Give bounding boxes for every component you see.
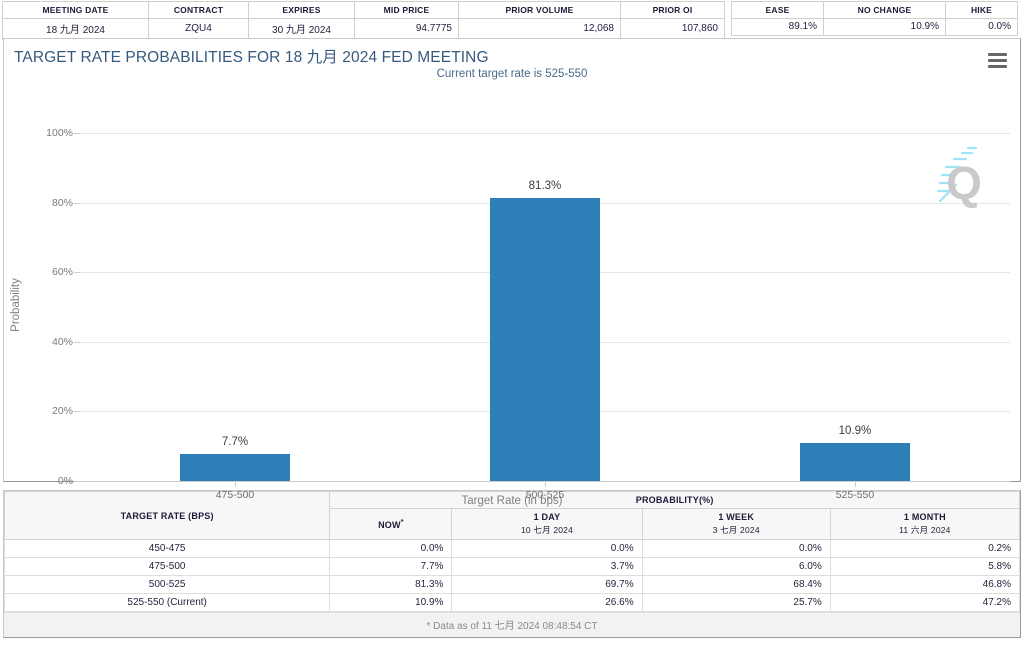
table-header-row: MEETING DATE CONTRACT EXPIRES MID PRICE … [2,1,725,19]
bar[interactable] [489,198,600,481]
header-no-change: NO CHANGE [823,1,946,19]
value-prior-volume: 12,068 [458,18,621,40]
y-axis-tick-label: 20% [51,405,73,418]
header-meeting-date: MEETING DATE [2,1,149,19]
header-contract: CONTRACT [148,1,249,19]
cell-target-rate: 475-500 [3,557,331,576]
cell-1-month: 46.8% [829,575,1021,594]
probability-table-body: 450-475 0.0% 0.0% 0.0% 0.2% 475-500 7.7% 3.7% 6.… [3,539,1021,612]
y-axis-tick-mark [74,481,80,482]
data-timestamp-footnote: * Data as of 11 七月 2024 08:48:54 CT [4,612,1020,637]
bar-group: 7.7% 475-500 [80,133,390,501]
cell-1-week: 25.7% [641,593,831,612]
table-row: 89.1% 10.9% 0.0% [731,18,1018,36]
cell-1-week: 68.4% [641,575,831,594]
value-expires: 30 九月 2024 [248,18,355,40]
table-row: 450-475 0.0% 0.0% 0.0% 0.2% [3,539,1021,558]
header-1-month-label: 1 MONTH [903,512,946,522]
header-now: NOW* [329,508,453,540]
menu-bar-3 [988,65,1007,68]
x-axis-tick-mark [234,481,236,487]
header-1-day-label: 1 DAY [533,512,561,522]
chart-panel: TARGET RATE PROBABILITIES FOR 18 九月 2024… [3,38,1021,507]
cell-now: 0.0% [329,539,453,558]
contract-summary-table: MEETING DATE CONTRACT EXPIRES MID PRICE … [2,1,725,40]
probability-summary-table: EASE NO CHANGE HIKE 89.1% 10.9% 0.0% [731,1,1018,36]
y-axis-tick-label: 40% [51,335,73,348]
bar-value-label: 7.7% [221,436,249,449]
cell-1-month: 47.2% [829,593,1021,612]
probability-table-panel: TARGET RATE (BPS) PROBABILITY(%) NOW* 1 … [3,490,1021,638]
probability-table: TARGET RATE (BPS) PROBABILITY(%) NOW* 1 … [3,491,1021,612]
cell-now: 81.3% [329,575,453,594]
header-prior-oi: PRIOR OI [620,1,725,19]
cell-now: 10.9% [329,593,453,612]
header-expires: EXPIRES [248,1,355,19]
cell-1-day: 3.7% [451,557,643,576]
chart-title: TARGET RATE PROBABILITIES FOR 18 九月 2024… [14,49,489,66]
y-axis-tick-label: 60% [51,266,73,279]
bar-group: 81.3% 500-525 [390,133,700,501]
plot-area: Probability Target Rate (in bps) 0% 20% 40… [4,87,1020,507]
bar-value-label: 10.9% [838,425,872,438]
cell-now: 7.7% [329,557,453,576]
summary-strip: MEETING DATE CONTRACT EXPIRES MID PRICE … [0,0,1024,40]
x-axis-tick-label: 500-525 [525,489,565,501]
cell-1-week: 6.0% [641,557,831,576]
y-axis-tick-label: 0% [57,475,73,487]
cell-1-month: 5.8% [829,557,1021,576]
table-row: 500-525 81.3% 69.7% 68.4% 46.8% [3,575,1021,594]
value-hike: 0.0% [945,18,1018,36]
cell-1-day: 0.0% [451,539,643,558]
table-row: 18 九月 2024 ZQU4 30 九月 2024 94.7775 12,06… [2,18,725,40]
cell-target-rate: 525-550 (Current) [3,593,331,612]
cell-target-rate: 500-525 [3,575,331,594]
value-meeting-date: 18 九月 2024 [2,18,149,40]
x-axis-tick-label: 475-500 [215,489,255,501]
value-ease: 89.1% [731,18,824,36]
header-now-label: NOW [378,519,401,530]
header-hike: HIKE [945,1,1018,19]
header-1-week: 1 WEEK 3 七月 2024 [641,508,831,540]
cell-1-week: 0.0% [641,539,831,558]
value-no-change: 10.9% [823,18,946,36]
hamburger-menu-icon[interactable] [988,53,1007,68]
x-axis-tick-mark [544,481,546,487]
header-1-week-label: 1 WEEK [718,512,755,522]
value-mid-price: 94.7775 [354,18,459,40]
y-axis-tick-label: 100% [46,127,73,139]
header-1-day: 1 DAY 10 七月 2024 [451,508,643,540]
cell-target-rate: 450-475 [3,539,331,558]
cell-1-day: 26.6% [451,593,643,612]
header-ease: EASE [731,1,824,19]
cell-1-month: 0.2% [829,539,1021,558]
chart-bars: 7.7% 475-500 81.3% 500-525 10.9% 525-550 [80,133,1010,501]
header-1-month: 1 MONTH 11 六月 2024 [829,508,1021,540]
header-mid-price: MID PRICE [354,1,459,19]
y-axis-label: Probability [10,278,22,332]
menu-bar-2 [988,59,1007,62]
table-row: 475-500 7.7% 3.7% 6.0% 5.8% [3,557,1021,576]
menu-bar-1 [988,53,1007,56]
footnote-star: * [400,518,404,526]
bar-group: 10.9% 525-550 [700,133,1010,501]
y-axis-tick-label: 80% [51,196,73,209]
table-row: 525-550 (Current) 10.9% 26.6% 25.7% 47.2% [3,593,1021,612]
bar[interactable] [799,443,910,481]
header-1-day-date: 10 七月 2024 [520,525,574,535]
chart-subtitle: Current target rate is 525-550 [436,68,588,80]
value-prior-oi: 107,860 [620,18,725,40]
table-header-row: EASE NO CHANGE HIKE [731,1,1018,19]
x-axis-tick-label: 525-550 [835,489,875,501]
header-prior-volume: PRIOR VOLUME [458,1,621,19]
bar-value-label: 81.3% [528,180,562,193]
value-contract: ZQU4 [148,18,249,40]
cell-1-day: 69.7% [451,575,643,594]
header-1-week-date: 3 七月 2024 [712,525,760,535]
x-axis-tick-mark [854,481,856,487]
bar[interactable] [179,454,290,481]
header-1-month-date: 11 六月 2024 [899,525,951,535]
